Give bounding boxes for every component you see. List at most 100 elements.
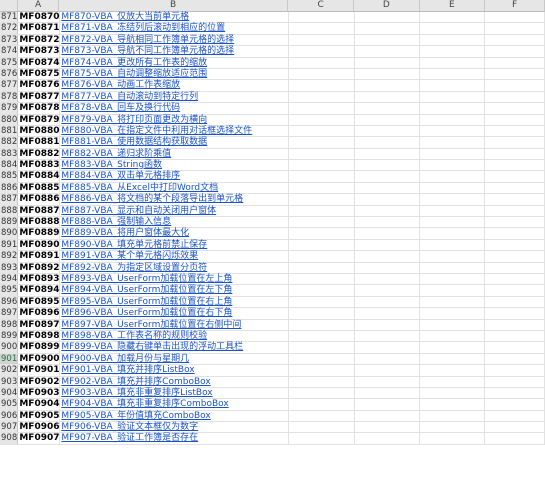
cell-f[interactable] (485, 217, 545, 228)
cell-f[interactable] (485, 365, 545, 376)
cell-e[interactable] (420, 160, 486, 171)
cell-c[interactable] (289, 422, 355, 433)
cell-e[interactable] (420, 376, 486, 387)
cell-a[interactable]: MF0896 (18, 308, 61, 319)
cell-d[interactable] (355, 205, 420, 217)
cell-e[interactable] (420, 330, 486, 342)
row-header[interactable]: 879 (0, 103, 19, 114)
cell-f[interactable] (485, 433, 545, 444)
cell-a[interactable]: MF0901 (18, 365, 61, 376)
row-header[interactable]: 884 (0, 160, 19, 171)
cell-c[interactable] (289, 262, 355, 273)
cell-f[interactable] (485, 125, 545, 137)
cell-b-hyperlink[interactable]: MF877-VBA_自动滚动到特定行列 (60, 91, 290, 103)
cell-b-hyperlink[interactable]: MF870-VBA_仅放大当前单元格 (60, 12, 290, 23)
cell-e[interactable] (420, 308, 486, 319)
cell-f[interactable] (485, 114, 545, 125)
cell-f[interactable] (485, 376, 545, 387)
cell-e[interactable] (420, 285, 486, 296)
row-header[interactable]: 905 (0, 399, 19, 410)
cell-c[interactable] (289, 410, 355, 422)
cell-a[interactable]: MF0894 (18, 285, 61, 296)
row-header[interactable]: 891 (0, 239, 19, 251)
cell-a[interactable]: MF0870 (18, 12, 61, 23)
cell-f[interactable] (485, 319, 545, 330)
cell-a[interactable]: MF0897 (18, 319, 61, 330)
cell-a[interactable]: MF0881 (18, 137, 61, 148)
cell-e[interactable] (420, 46, 486, 57)
cell-d[interactable] (355, 251, 420, 262)
cell-b-hyperlink[interactable]: MF872-VBA_导航相同工作簿单元格的选择 (60, 34, 290, 46)
cell-a[interactable]: MF0883 (18, 160, 61, 171)
cell-b-hyperlink[interactable]: MF905-VBA_年份值填充ComboBox (60, 410, 290, 422)
cell-a[interactable]: MF0902 (18, 376, 61, 387)
cell-b-hyperlink[interactable]: MF889-VBA_将用户窗体最大化 (60, 228, 290, 239)
cell-e[interactable] (420, 410, 486, 422)
cell-d[interactable] (355, 308, 420, 319)
cell-a[interactable]: MF0875 (18, 68, 61, 80)
row-header[interactable]: 901 (0, 353, 19, 365)
column-header-a[interactable]: A (18, 0, 59, 11)
cell-e[interactable] (420, 114, 486, 125)
cell-c[interactable] (289, 194, 355, 205)
row-header[interactable]: 893 (0, 262, 19, 273)
cell-a[interactable]: MF0879 (18, 114, 61, 125)
cell-e[interactable] (420, 353, 486, 365)
cell-e[interactable] (420, 182, 486, 194)
row-header[interactable]: 873 (0, 34, 19, 46)
cell-c[interactable] (289, 239, 355, 251)
cell-f[interactable] (485, 205, 545, 217)
cell-d[interactable] (355, 12, 420, 23)
cell-c[interactable] (289, 376, 355, 387)
cell-c[interactable] (289, 285, 355, 296)
cell-b-hyperlink[interactable]: MF875-VBA_自动调整缩放适应范围 (60, 68, 290, 80)
row-header[interactable]: 907 (0, 422, 19, 433)
cell-f[interactable] (485, 23, 545, 34)
cell-e[interactable] (420, 422, 486, 433)
cell-e[interactable] (420, 137, 486, 148)
cell-a[interactable]: MF0892 (18, 262, 61, 273)
cell-c[interactable] (289, 125, 355, 137)
cell-d[interactable] (355, 217, 420, 228)
row-header[interactable]: 874 (0, 46, 19, 57)
cell-e[interactable] (420, 205, 486, 217)
cell-e[interactable] (420, 319, 486, 330)
column-header-e[interactable]: E (420, 0, 486, 11)
cell-f[interactable] (485, 422, 545, 433)
row-header[interactable]: 883 (0, 148, 19, 160)
cell-a[interactable]: MF0874 (18, 57, 61, 68)
cell-e[interactable] (420, 80, 486, 91)
cell-a[interactable]: MF0885 (18, 182, 61, 194)
cell-e[interactable] (420, 387, 486, 399)
cell-e[interactable] (420, 296, 486, 308)
cell-c[interactable] (289, 296, 355, 308)
cell-c[interactable] (289, 68, 355, 80)
cell-d[interactable] (355, 228, 420, 239)
column-header-c[interactable]: C (288, 0, 354, 11)
cell-e[interactable] (420, 228, 486, 239)
row-header[interactable]: 903 (0, 376, 19, 387)
cell-f[interactable] (485, 262, 545, 273)
cell-b-hyperlink[interactable]: MF888-VBA_强制输入信息 (60, 217, 290, 228)
cell-e[interactable] (420, 125, 486, 137)
cell-f[interactable] (485, 57, 545, 68)
cell-c[interactable] (289, 160, 355, 171)
cell-d[interactable] (355, 68, 420, 80)
cell-b-hyperlink[interactable]: MF901-VBA_填充并排序ListBox (60, 365, 290, 376)
cell-d[interactable] (355, 239, 420, 251)
cell-b-hyperlink[interactable]: MF873-VBA_导航不同工作簿单元格的选择 (60, 46, 290, 57)
cell-c[interactable] (289, 80, 355, 91)
cell-e[interactable] (420, 34, 486, 46)
row-header[interactable]: 902 (0, 365, 19, 376)
cell-e[interactable] (420, 194, 486, 205)
cell-c[interactable] (289, 114, 355, 125)
cell-c[interactable] (289, 205, 355, 217)
cell-b-hyperlink[interactable]: MF896-VBA_UserForm加载位置在右下角 (60, 308, 290, 319)
cell-d[interactable] (355, 433, 420, 444)
cell-a[interactable]: MF0878 (18, 103, 61, 114)
cell-f[interactable] (485, 353, 545, 365)
cell-a[interactable]: MF0872 (18, 34, 61, 46)
cell-e[interactable] (420, 68, 486, 80)
cell-f[interactable] (485, 160, 545, 171)
cell-d[interactable] (355, 125, 420, 137)
